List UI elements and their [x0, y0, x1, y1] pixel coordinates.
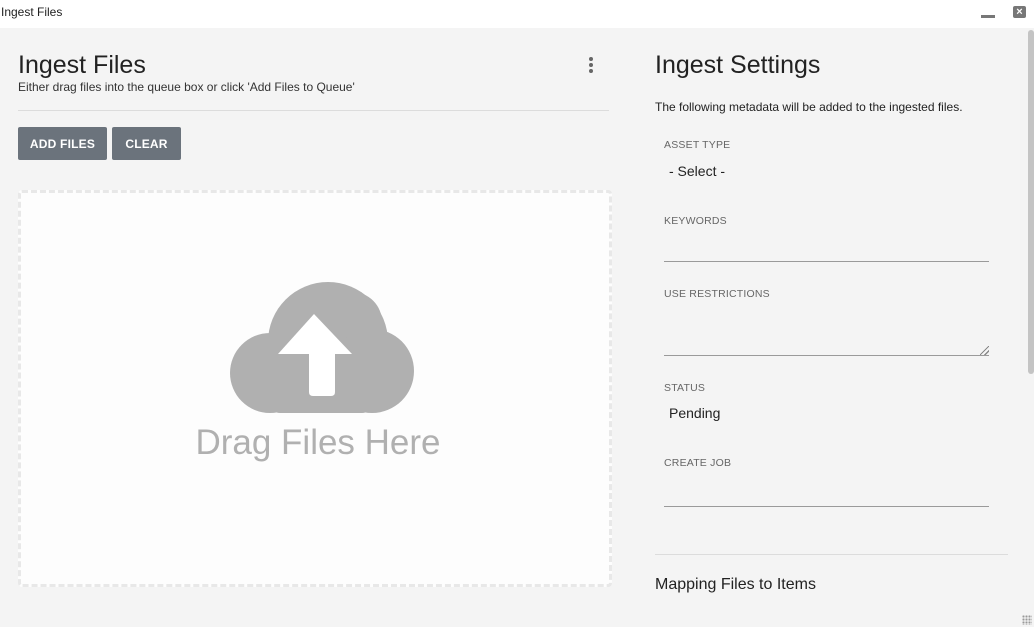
use-restrictions-underline [664, 355, 989, 356]
add-files-button[interactable]: ADD FILES [18, 127, 107, 160]
ingest-files-instructions: Either drag files into the queue box or … [18, 80, 355, 94]
use-restrictions-textarea[interactable] [669, 306, 989, 352]
minimize-icon[interactable] [981, 6, 995, 20]
more-options-icon[interactable] [586, 57, 598, 77]
keywords-label: KEYWORDS [664, 215, 727, 227]
title-bar: Ingest Files × [0, 0, 1034, 28]
close-icon[interactable]: × [1013, 6, 1026, 18]
ingest-files-heading: Ingest Files [18, 51, 146, 79]
create-job-input[interactable] [669, 478, 989, 500]
status-value[interactable]: Pending [669, 405, 720, 421]
ingest-settings-description: The following metadata will be added to … [655, 100, 963, 114]
file-drop-zone[interactable]: Drag Files Here [18, 190, 612, 587]
keywords-input[interactable] [669, 234, 989, 256]
left-divider [18, 110, 609, 111]
status-label: STATUS [664, 382, 706, 394]
textarea-resize-handle[interactable] [980, 346, 989, 355]
keywords-underline [664, 261, 989, 262]
cloud-upload-icon [230, 282, 414, 413]
use-restrictions-label: USE RESTRICTIONS [664, 288, 770, 300]
scrollbar-thumb[interactable] [1028, 30, 1034, 374]
create-job-underline [664, 506, 989, 507]
ingest-settings-heading: Ingest Settings [655, 51, 821, 79]
drag-files-label: Drag Files Here [195, 423, 441, 462]
ingest-files-window: Ingest Files × Ingest Files Either drag … [0, 0, 1034, 627]
right-divider [655, 554, 1008, 555]
window-resize-grip[interactable] [1022, 615, 1032, 625]
create-job-label: CREATE JOB [664, 457, 732, 469]
asset-type-select[interactable]: - Select - [669, 163, 725, 179]
window-title: Ingest Files [1, 5, 63, 19]
asset-type-label: ASSET TYPE [664, 139, 731, 151]
clear-button[interactable]: CLEAR [112, 127, 181, 160]
mapping-files-heading: Mapping Files to Items [655, 576, 816, 593]
